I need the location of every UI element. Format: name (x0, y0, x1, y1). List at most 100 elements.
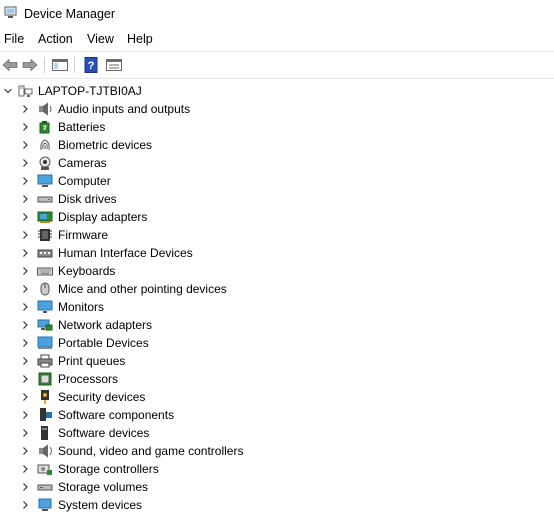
help-book-icon: ? (84, 57, 98, 73)
tree-category-row[interactable]: Display adapters (0, 208, 554, 226)
forward-arrow-icon (22, 58, 38, 72)
tree-category-row[interactable]: Software components (0, 406, 554, 424)
toolbar: ? (0, 51, 554, 79)
tree-root-label: LAPTOP-TJTBI0AJ (38, 84, 142, 98)
console-tree-icon (52, 59, 68, 71)
chevron-right-icon[interactable] (20, 140, 30, 150)
chevron-right-icon[interactable] (20, 122, 30, 132)
chevron-right-icon[interactable] (20, 446, 30, 456)
tree-category-row[interactable]: Human Interface Devices (0, 244, 554, 262)
chevron-right-icon[interactable] (20, 248, 30, 258)
menu-view[interactable]: View (87, 32, 114, 46)
tree-category-row[interactable]: Storage controllers (0, 460, 554, 478)
chevron-right-icon[interactable] (20, 320, 30, 330)
tree-category-row[interactable]: Audio inputs and outputs (0, 100, 554, 118)
chevron-right-icon[interactable] (20, 482, 30, 492)
svg-text:?: ? (88, 60, 95, 72)
show-hide-console-tree-button[interactable] (51, 56, 69, 74)
device-manager-icon (4, 6, 17, 18)
help-button[interactable]: ? (82, 56, 100, 74)
software-device-icon (41, 426, 48, 440)
software-component-icon (40, 408, 52, 421)
tree-category-label: Cameras (58, 156, 107, 170)
tree-category-label: Security devices (58, 390, 146, 404)
menu-help[interactable]: Help (127, 32, 153, 46)
back-button[interactable] (1, 56, 19, 74)
firmware-chip-icon (38, 229, 52, 241)
tree-category-label: Computer (58, 174, 111, 188)
tree-category-label: Software devices (58, 426, 150, 440)
chevron-right-icon[interactable] (20, 302, 30, 312)
tree-category-label: Keyboards (58, 264, 116, 278)
sound-icon (39, 444, 52, 458)
menu-bar: File Action View Help (0, 30, 554, 50)
tree-category-row[interactable]: Keyboards (0, 262, 554, 280)
chevron-right-icon[interactable] (20, 500, 30, 510)
tree-category-label: Storage controllers (58, 462, 159, 476)
mouse-icon (40, 282, 50, 296)
tree-category-label: Audio inputs and outputs (58, 102, 191, 116)
tree-category-label: Mice and other pointing devices (58, 282, 227, 296)
chevron-right-icon[interactable] (20, 356, 30, 366)
chevron-right-icon[interactable] (20, 266, 30, 276)
tree-category-row[interactable]: Portable Devices (0, 334, 554, 352)
monitor-icon (37, 300, 53, 313)
tree-category-row[interactable]: Print queues (0, 352, 554, 370)
chevron-right-icon[interactable] (20, 428, 30, 438)
tree-category-label: Batteries (58, 120, 106, 134)
chevron-right-icon[interactable] (20, 176, 30, 186)
chevron-right-icon[interactable] (20, 338, 30, 348)
tree-category-row[interactable]: Firmware (0, 226, 554, 244)
chevron-down-icon[interactable] (3, 86, 13, 96)
computer-root-icon (18, 85, 33, 97)
security-key-icon (41, 390, 49, 404)
chevron-right-icon[interactable] (20, 158, 30, 168)
chevron-right-icon[interactable] (20, 374, 30, 384)
forward-button[interactable] (21, 56, 39, 74)
tree-category-row[interactable]: Mice and other pointing devices (0, 280, 554, 298)
chevron-right-icon[interactable] (20, 284, 30, 294)
computer-icon (37, 174, 53, 187)
hid-icon (37, 249, 53, 258)
tree-category-row[interactable]: System devices (0, 496, 554, 514)
tree-category-row[interactable]: Network adapters (0, 316, 554, 334)
tree-category-row[interactable]: Batteries (0, 118, 554, 136)
chevron-right-icon[interactable] (20, 104, 30, 114)
tree-category-row[interactable]: Security devices (0, 388, 554, 406)
tree-category-row[interactable]: Software devices (0, 424, 554, 442)
network-adapter-icon (37, 319, 53, 331)
battery-icon (39, 121, 50, 134)
properties-button[interactable] (105, 56, 123, 74)
tree-category-label: Software components (58, 408, 175, 422)
tree-category-label: Monitors (58, 300, 105, 314)
tree-category-row[interactable]: Disk drives (0, 190, 554, 208)
tree-category-label: Human Interface Devices (58, 246, 193, 260)
tree-category-label: Display adapters (58, 210, 148, 224)
printer-icon (37, 354, 53, 368)
menu-action[interactable]: Action (38, 32, 73, 46)
tree-category-label: Biometric devices (58, 138, 153, 152)
tree-category-label: Sound, video and game controllers (58, 444, 244, 458)
tree-category-row[interactable]: Biometric devices (0, 136, 554, 154)
tree-root[interactable]: LAPTOP-TJTBI0AJ (0, 82, 554, 100)
menu-file[interactable]: File (4, 32, 24, 46)
title-bar: Device Manager (0, 0, 554, 28)
back-arrow-icon (2, 58, 18, 72)
tree-category-row[interactable]: Monitors (0, 298, 554, 316)
tree-category-row[interactable]: Cameras (0, 154, 554, 172)
tree-category-row[interactable]: Computer (0, 172, 554, 190)
tree-category-row[interactable]: Sound, video and game controllers (0, 442, 554, 460)
toolbar-separator (44, 57, 45, 73)
tree-category-row[interactable]: Processors (0, 370, 554, 388)
chevron-right-icon[interactable] (20, 194, 30, 204)
tree-category-label: Print queues (58, 354, 126, 368)
chevron-right-icon[interactable] (20, 230, 30, 240)
chevron-right-icon[interactable] (20, 410, 30, 420)
tree-category-label: Storage volumes (58, 480, 149, 494)
chevron-right-icon[interactable] (20, 392, 30, 402)
chevron-right-icon[interactable] (20, 464, 30, 474)
disk-drive-icon (37, 196, 53, 203)
tree-category-row[interactable]: Storage volumes (0, 478, 554, 496)
storage-volume-icon (37, 484, 53, 491)
chevron-right-icon[interactable] (20, 212, 30, 222)
